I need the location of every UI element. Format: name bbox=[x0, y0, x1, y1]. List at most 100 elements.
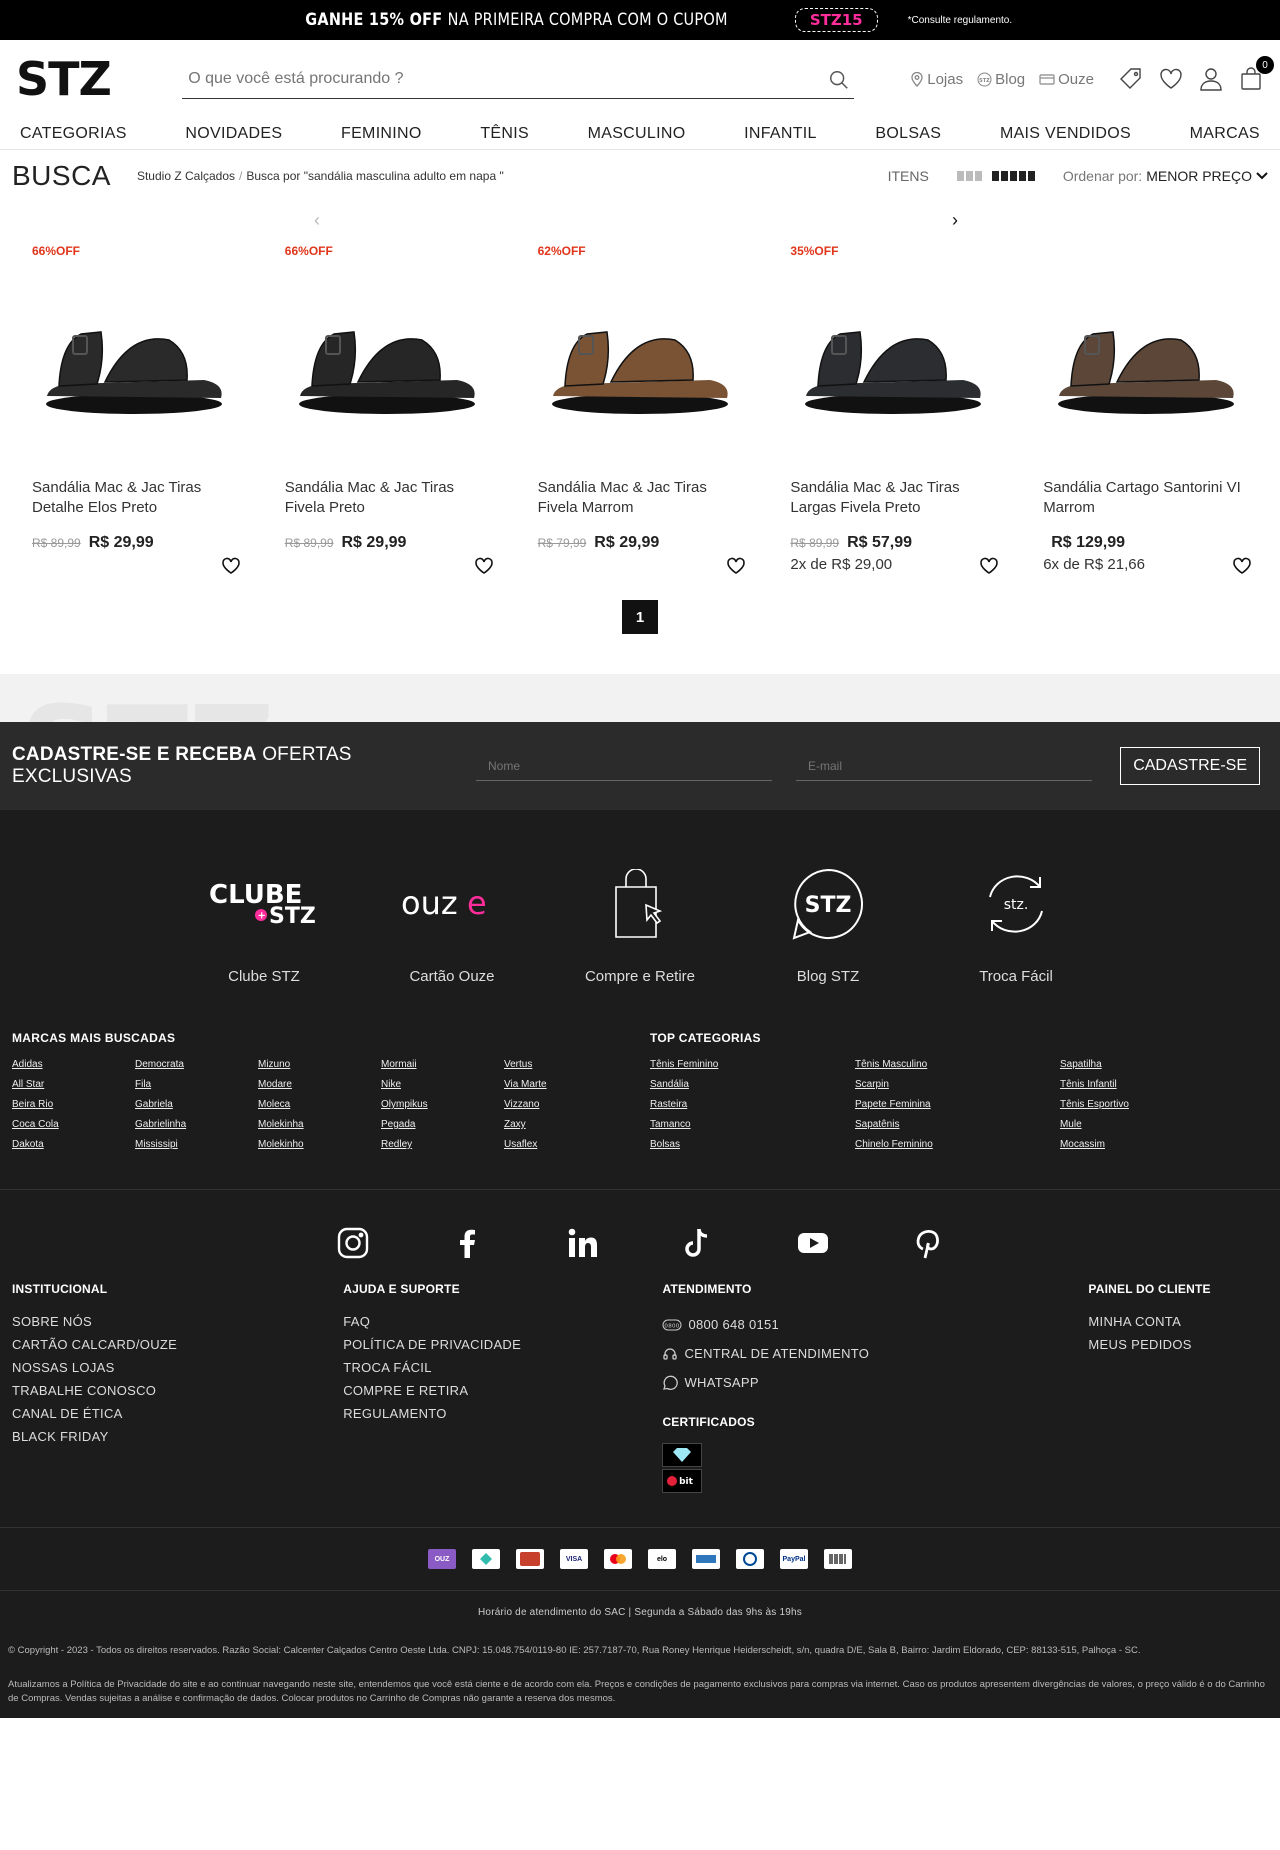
brand-link[interactable]: Mormaii bbox=[381, 1055, 504, 1075]
wishlist-heart-icon[interactable] bbox=[1232, 556, 1252, 576]
brand-link[interactable]: Mizuno bbox=[258, 1055, 381, 1075]
linkedin-icon[interactable] bbox=[566, 1226, 600, 1260]
brand-link[interactable]: Mississipi bbox=[135, 1135, 258, 1155]
wishlist-heart-icon[interactable] bbox=[221, 556, 241, 576]
product-name[interactable]: Sandália Mac & Jac Tiras Largas Fivela P… bbox=[782, 478, 1003, 518]
product-name[interactable]: Sandália Mac & Jac Tiras Fivela Preto bbox=[277, 478, 498, 518]
brand-link[interactable]: Molekinha bbox=[258, 1115, 381, 1135]
blog-link[interactable]: STZ Blog bbox=[977, 71, 1025, 88]
category-link[interactable]: Rasteira bbox=[650, 1095, 855, 1115]
grid-5-toggle[interactable] bbox=[991, 171, 1035, 181]
brand-link[interactable]: All Star bbox=[12, 1075, 135, 1095]
footer-link-compre-retira[interactable]: COMPRE E RETIRA bbox=[343, 1379, 662, 1402]
category-link[interactable]: Chinelo Feminino bbox=[855, 1135, 1060, 1155]
product-card[interactable]: 35%OFF Sandália Mac & Jac Tiras Largas F… bbox=[766, 244, 1019, 576]
sort-select[interactable]: Ordenar por: MENOR PREÇO bbox=[1063, 168, 1268, 184]
brand-link[interactable]: Moleca bbox=[258, 1095, 381, 1115]
coupon-tag-icon[interactable] bbox=[1118, 66, 1144, 92]
brand-link[interactable]: Pegada bbox=[381, 1115, 504, 1135]
heart-icon[interactable] bbox=[1158, 66, 1184, 92]
product-image[interactable] bbox=[24, 264, 245, 464]
wishlist-heart-icon[interactable] bbox=[474, 556, 494, 576]
footer-phone[interactable]: 0800 0800 648 0151 bbox=[662, 1310, 1088, 1339]
footer-link-privacidade[interactable]: POLÍTICA DE PRIVACIDADE bbox=[343, 1333, 662, 1356]
category-link[interactable]: Tênis Feminino bbox=[650, 1055, 855, 1075]
category-link[interactable]: Sapatilha bbox=[1060, 1055, 1265, 1075]
pinterest-icon[interactable] bbox=[911, 1226, 945, 1260]
brand-link[interactable]: Usaflex bbox=[504, 1135, 627, 1155]
brand-link[interactable]: Beira Rio bbox=[12, 1095, 135, 1115]
youtube-icon[interactable] bbox=[796, 1226, 830, 1260]
brand-link[interactable]: Zaxy bbox=[504, 1115, 627, 1135]
footer-link-lojas[interactable]: NOSSAS LOJAS bbox=[12, 1356, 343, 1379]
brand-link[interactable]: Modare bbox=[258, 1075, 381, 1095]
breadcrumb-home[interactable]: Studio Z Calçados bbox=[137, 169, 235, 183]
page-button-current[interactable]: 1 bbox=[622, 600, 658, 634]
nav-item-tenis[interactable]: TÊNIS bbox=[480, 125, 529, 143]
footer-link-sobre[interactable]: SOBRE NÓS bbox=[12, 1310, 343, 1333]
category-link[interactable]: Tênis Esportivo bbox=[1060, 1095, 1265, 1115]
category-link[interactable]: Sapatênis bbox=[855, 1115, 1060, 1135]
category-link[interactable]: Sandália bbox=[650, 1075, 855, 1095]
newsletter-name-input[interactable] bbox=[476, 751, 772, 781]
newsletter-submit-button[interactable]: CADASTRE-SE bbox=[1120, 747, 1260, 785]
wishlist-heart-icon[interactable] bbox=[726, 556, 746, 576]
feature-troca-facil[interactable]: stz. Troca Fácil bbox=[922, 864, 1110, 985]
facebook-icon[interactable] bbox=[451, 1226, 485, 1260]
footer-whatsapp[interactable]: WHATSAPP bbox=[662, 1368, 1088, 1397]
feature-blog-stz[interactable]: STZ Blog STZ bbox=[734, 864, 922, 985]
category-link[interactable]: Mule bbox=[1060, 1115, 1265, 1135]
brand-link[interactable]: Vizzano bbox=[504, 1095, 627, 1115]
ouze-link[interactable]: Ouze bbox=[1039, 71, 1094, 88]
brand-link[interactable]: Democrata bbox=[135, 1055, 258, 1075]
brand-link[interactable]: Dakota bbox=[12, 1135, 135, 1155]
brand-link[interactable]: Vertus bbox=[504, 1055, 627, 1075]
category-link[interactable]: Mocassim bbox=[1060, 1135, 1265, 1155]
footer-link-faq[interactable]: FAQ bbox=[343, 1310, 662, 1333]
footer-central-atendimento[interactable]: CENTRAL DE ATENDIMENTO bbox=[662, 1339, 1088, 1368]
nav-item-mais-vendidos[interactable]: MAIS VENDIDOS bbox=[1000, 125, 1131, 143]
chevron-right-icon[interactable]: › bbox=[952, 210, 958, 231]
nav-item-categorias[interactable]: CATEGORIAS bbox=[20, 125, 127, 143]
brand-link[interactable]: Coca Cola bbox=[12, 1115, 135, 1135]
product-card[interactable]: Sandália Cartago Santorini VI Marrom R$ … bbox=[1019, 244, 1272, 576]
footer-link-black-friday[interactable]: BLACK FRIDAY bbox=[12, 1425, 343, 1448]
product-image[interactable] bbox=[782, 264, 1003, 464]
feature-clube-stz[interactable]: CLUBE + STZ Clube STZ bbox=[170, 864, 358, 985]
product-name[interactable]: Sandália Cartago Santorini VI Marrom bbox=[1035, 478, 1256, 518]
footer-link-meus-pedidos[interactable]: MEUS PEDIDOS bbox=[1088, 1333, 1268, 1356]
wishlist-heart-icon[interactable] bbox=[979, 556, 999, 576]
user-icon[interactable] bbox=[1198, 66, 1224, 92]
stores-link[interactable]: Lojas bbox=[910, 71, 963, 88]
promo-note[interactable]: *Consulte regulamento. bbox=[908, 15, 1013, 26]
logo[interactable]: STZ bbox=[16, 52, 164, 106]
category-link[interactable]: Bolsas bbox=[650, 1135, 855, 1155]
feature-compre-retire[interactable]: Compre e Retire bbox=[546, 864, 734, 985]
nav-item-feminino[interactable]: FEMININO bbox=[341, 125, 422, 143]
feature-cartao-ouze[interactable]: ouz e Cartão Ouze bbox=[358, 864, 546, 985]
brand-link[interactable]: Gabriela bbox=[135, 1095, 258, 1115]
brand-link[interactable]: Olympikus bbox=[381, 1095, 504, 1115]
nav-item-masculino[interactable]: MASCULINO bbox=[588, 125, 686, 143]
product-card[interactable]: 62%OFF Sandália Mac & Jac Tiras Fivela M… bbox=[514, 244, 767, 576]
category-link[interactable]: Scarpin bbox=[855, 1075, 1060, 1095]
brand-link[interactable]: Via Marte bbox=[504, 1075, 627, 1095]
chevron-left-icon[interactable]: ‹ bbox=[314, 210, 320, 231]
search-icon[interactable] bbox=[828, 69, 850, 91]
brand-link[interactable]: Gabrielinha bbox=[135, 1115, 258, 1135]
product-card[interactable]: 66%OFF Sandália Mac & Jac Tiras Detalhe … bbox=[8, 244, 261, 576]
nav-item-marcas[interactable]: MARCAS bbox=[1190, 125, 1260, 143]
grid-3-toggle[interactable] bbox=[956, 171, 982, 181]
brand-link[interactable]: Fila bbox=[135, 1075, 258, 1095]
category-link[interactable]: Papete Feminina bbox=[855, 1095, 1060, 1115]
brand-link[interactable]: Adidas bbox=[12, 1055, 135, 1075]
brand-link[interactable]: Nike bbox=[381, 1075, 504, 1095]
footer-link-cartao[interactable]: CARTÃO CALCARD/OUZE bbox=[12, 1333, 343, 1356]
nav-item-infantil[interactable]: INFANTIL bbox=[744, 125, 817, 143]
nav-item-novidades[interactable]: NOVIDADES bbox=[185, 125, 282, 143]
nav-item-bolsas[interactable]: BOLSAS bbox=[875, 125, 941, 143]
product-card[interactable]: 66%OFF Sandália Mac & Jac Tiras Fivela P… bbox=[261, 244, 514, 576]
footer-link-regulamento[interactable]: REGULAMENTO bbox=[343, 1402, 662, 1425]
footer-link-trabalhe[interactable]: TRABALHE CONOSCO bbox=[12, 1379, 343, 1402]
category-link[interactable]: Tênis Masculino bbox=[855, 1055, 1060, 1075]
